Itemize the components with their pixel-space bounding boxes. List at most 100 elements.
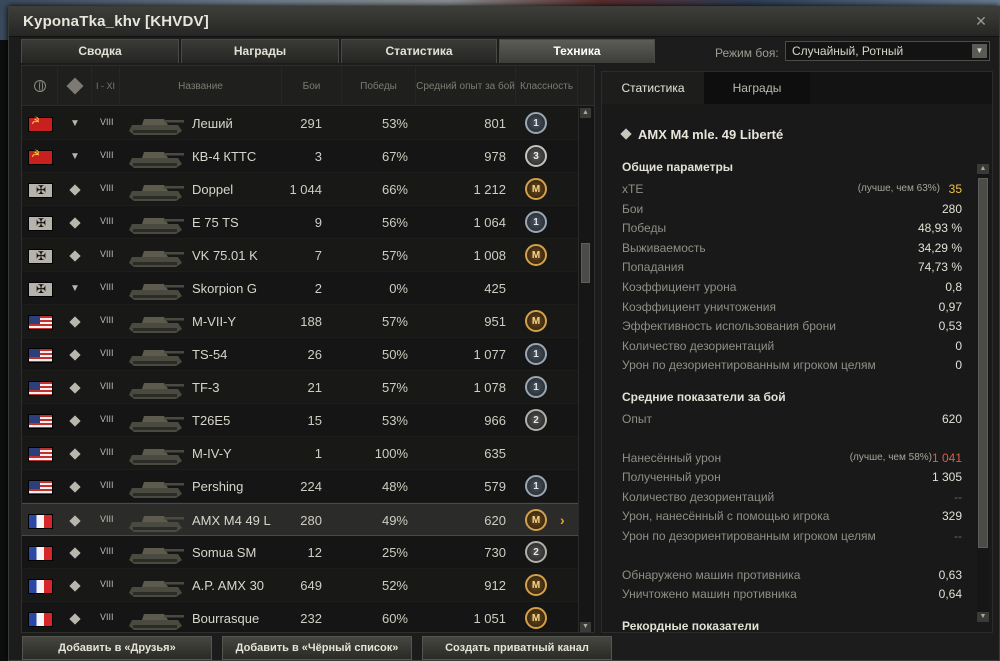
tab-vehicles[interactable]: Техника bbox=[499, 39, 655, 63]
scroll-up-icon[interactable]: ▲ bbox=[977, 164, 989, 174]
avg-exp-value: 1 077 bbox=[473, 347, 506, 362]
nation-column-header[interactable] bbox=[22, 66, 58, 106]
avg-exp-value: 425 bbox=[484, 281, 506, 296]
battles-value: 9 bbox=[314, 215, 322, 230]
battles-value: 7 bbox=[314, 248, 322, 263]
stat-label: Уничтожено машин противника bbox=[622, 587, 797, 602]
medium-tank-icon bbox=[69, 349, 81, 361]
stat-label: Эффективность использования брони bbox=[622, 319, 836, 334]
wins-value: 49% bbox=[381, 513, 408, 528]
table-row[interactable]: VIII TS-54 26 50% 1 077 1 bbox=[22, 338, 578, 371]
mastery-badge-icon: M bbox=[525, 244, 547, 266]
scroll-down-icon[interactable]: ▼ bbox=[977, 612, 989, 622]
battles-value: 649 bbox=[300, 578, 322, 593]
tank-image bbox=[129, 185, 184, 201]
table-row[interactable]: ▼VIIISkorpion G20%425 bbox=[22, 272, 578, 305]
mastery-badge-icon: 1 bbox=[525, 343, 547, 365]
stat-value: 0,63 bbox=[938, 567, 962, 582]
france-flag-icon bbox=[28, 579, 53, 594]
battles-value: 232 bbox=[300, 611, 322, 626]
mastery-badge-icon: M bbox=[525, 509, 547, 531]
tank-name: Pershing bbox=[192, 479, 244, 494]
table-row[interactable]: VIII TF-3 21 57% 1 078 1 bbox=[22, 371, 578, 404]
stat-label: Победы bbox=[622, 221, 667, 236]
stat-row: Коэффициент уничтожения 0,97 bbox=[622, 300, 962, 316]
table-row[interactable]: VIII M-VII-Y 188 57% 951 M bbox=[22, 305, 578, 338]
table-row[interactable]: VIII Somua SM 12 25% 730 2 bbox=[22, 536, 578, 569]
scroll-thumb[interactable] bbox=[581, 243, 590, 283]
name-column-header[interactable]: Название bbox=[120, 66, 282, 106]
table-row[interactable]: ▼ VIII Леший 291 53% 801 1 bbox=[22, 107, 578, 140]
scroll-up-icon[interactable]: ▲ bbox=[580, 108, 591, 118]
tier-label: VIII bbox=[100, 183, 114, 193]
tab-awards[interactable]: Награды bbox=[181, 39, 339, 63]
ussr-flag-icon bbox=[28, 149, 53, 165]
tab-statistics[interactable]: Статистика bbox=[341, 39, 497, 63]
usa-flag-icon bbox=[28, 381, 53, 396]
medium-tank-icon bbox=[69, 415, 81, 427]
battle-mode-select[interactable]: Случайный, Ротный ▼ bbox=[785, 41, 990, 61]
detail-tab-statistics[interactable]: Статистика bbox=[602, 72, 704, 104]
stat-value: 0,53 bbox=[938, 319, 962, 334]
avg-exp-column-header[interactable]: Средний опыт за бой bbox=[416, 66, 516, 106]
tank-image bbox=[129, 581, 184, 597]
detail-scrollbar[interactable]: ▲ ▼ bbox=[977, 164, 989, 622]
table-row[interactable]: VIII E 75 TS 9 56% 1 064 1 bbox=[22, 206, 578, 239]
wins-column-header[interactable]: Победы bbox=[342, 66, 416, 106]
add-blacklist-button[interactable]: Добавить в «Чёрный список» bbox=[222, 636, 412, 660]
tank-image bbox=[129, 317, 184, 333]
tier-column-header[interactable]: I - XI bbox=[92, 66, 120, 106]
table-scrollbar[interactable]: ▲ ▼ bbox=[578, 107, 592, 632]
stat-label: Бои bbox=[622, 201, 644, 216]
table-row[interactable]: VIII Bourrasque 232 60% 1 051 M bbox=[22, 602, 578, 632]
mastery-badge-icon: 1 bbox=[525, 475, 547, 497]
scroll-down-icon[interactable]: ▼ bbox=[580, 622, 591, 632]
avg-exp-value: 912 bbox=[484, 578, 506, 593]
stat-label: Коэффициент урона bbox=[622, 280, 737, 294]
battles-column-header[interactable]: Бои bbox=[282, 66, 342, 106]
add-friend-button[interactable]: Добавить в «Друзья» bbox=[22, 636, 212, 660]
wins-value: 57% bbox=[381, 314, 408, 329]
table-row[interactable]: VIII Doppel 1 044 66% 1 212 M bbox=[22, 173, 578, 206]
usa-flag-icon bbox=[28, 348, 53, 363]
avg-exp-value: 635 bbox=[484, 446, 506, 461]
stat-value: 34,29 % bbox=[917, 240, 962, 255]
battles-value: 1 bbox=[314, 446, 322, 461]
avg-exp-value: 1 051 bbox=[473, 611, 506, 626]
tank-image bbox=[129, 119, 184, 135]
type-column-header[interactable] bbox=[58, 66, 92, 106]
medium-tank-icon bbox=[69, 515, 81, 527]
france-flag-icon bbox=[28, 546, 53, 561]
stat-value: -- bbox=[954, 529, 962, 543]
stat-row: Победы 48,93 % bbox=[622, 221, 962, 237]
tank-name: TS-54 bbox=[192, 347, 228, 362]
section-title: Средние показатели за бой bbox=[622, 390, 786, 404]
wins-value: 25% bbox=[381, 545, 408, 560]
avg-exp-value: 620 bbox=[484, 513, 506, 528]
tank-image bbox=[129, 284, 184, 300]
tank-image bbox=[129, 482, 184, 498]
tank-name: TF-3 bbox=[192, 380, 220, 395]
close-icon[interactable]: ✕ bbox=[973, 13, 989, 29]
detail-tab-awards[interactable]: Награды bbox=[704, 72, 810, 104]
scroll-thumb[interactable] bbox=[978, 178, 988, 548]
stat-value: 0,64 bbox=[938, 587, 962, 602]
table-row[interactable]: VIII Pershing 224 48% 579 1 bbox=[22, 470, 578, 503]
stat-row: Бои 280 bbox=[622, 202, 962, 218]
germany-flag-icon bbox=[28, 282, 53, 297]
avg-exp-value: 1 008 bbox=[473, 248, 506, 263]
create-private-channel-button[interactable]: Создать приватный канал bbox=[422, 636, 612, 660]
usa-flag-icon bbox=[28, 447, 53, 462]
tab-summary[interactable]: Сводка bbox=[21, 39, 179, 63]
tier-label: VIII bbox=[100, 381, 114, 391]
wins-value: 57% bbox=[381, 248, 408, 263]
table-row[interactable]: VIII M-IV-Y 1 100% 635 bbox=[22, 437, 578, 470]
table-row[interactable]: VIII A.P. AMX 30 649 52% 912 M bbox=[22, 569, 578, 602]
stat-value: 0 bbox=[955, 358, 962, 373]
table-row[interactable]: VIIIVK 75.01 K757%1 008M bbox=[22, 239, 578, 272]
wins-value: 50% bbox=[381, 347, 408, 362]
table-row[interactable]: VIII AMX M4 49 L 280 49% 620 M › bbox=[22, 503, 578, 536]
table-row[interactable]: VIII T26E5 15 53% 966 2 bbox=[22, 404, 578, 437]
mastery-column-header[interactable]: Классность bbox=[516, 66, 578, 106]
table-row[interactable]: ▼VIIIКВ-4 КТТС367%9783 bbox=[22, 140, 578, 173]
